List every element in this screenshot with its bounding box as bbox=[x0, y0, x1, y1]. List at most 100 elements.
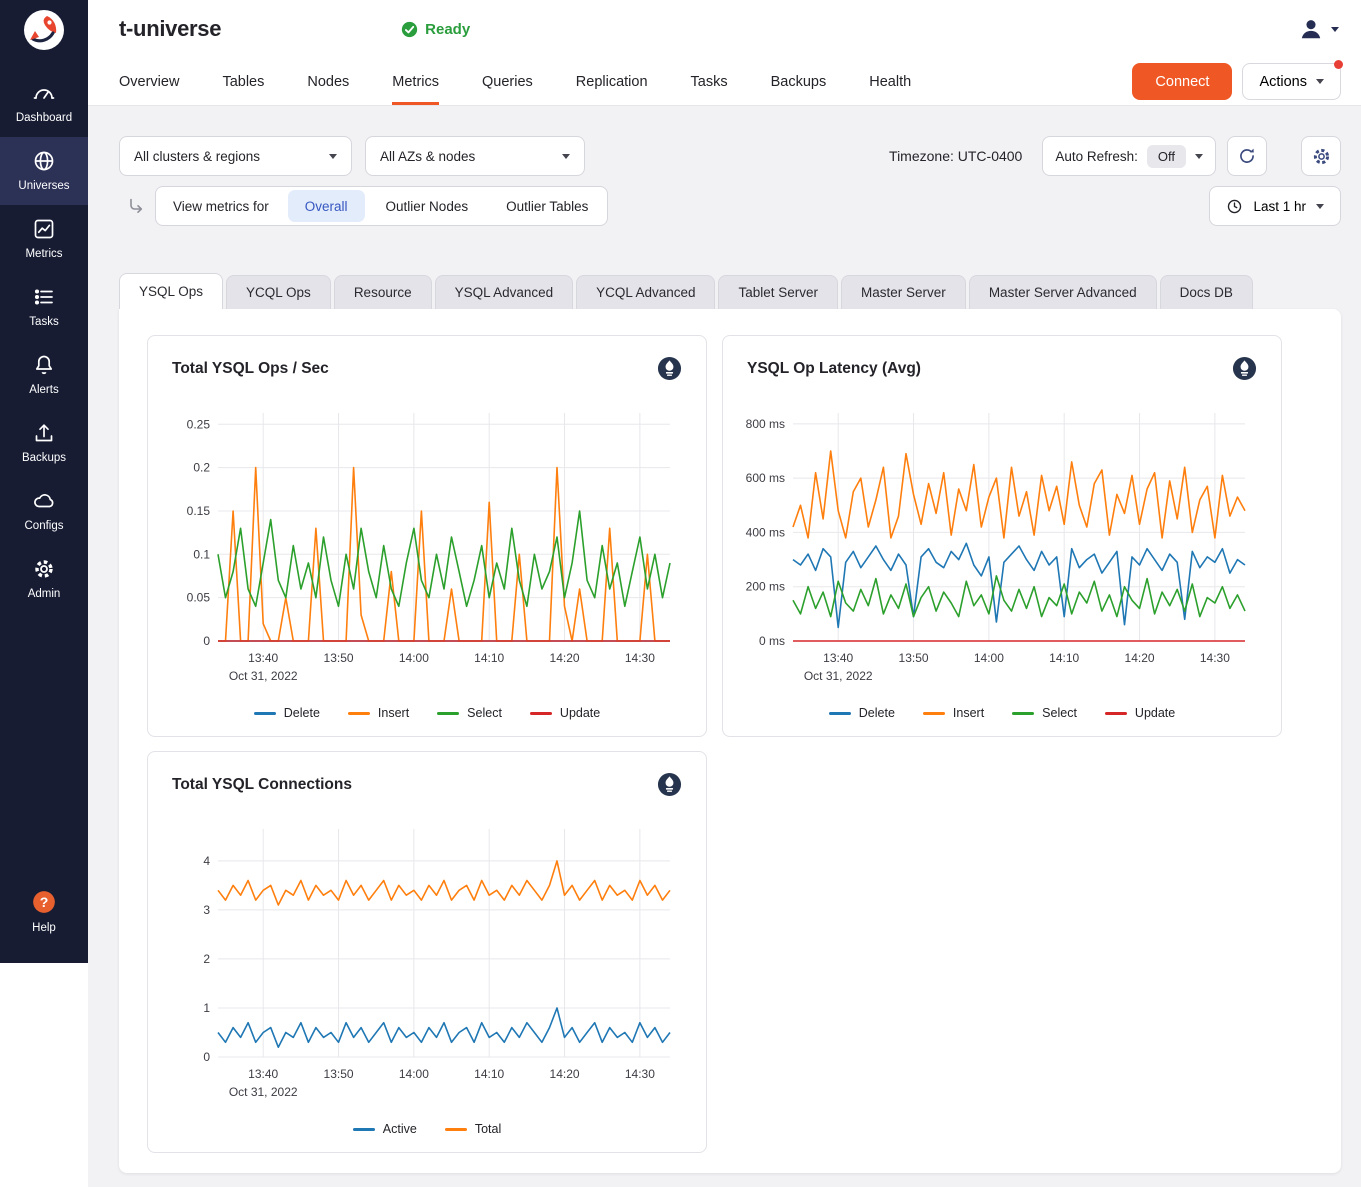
sidebar-item-tasks[interactable]: Tasks bbox=[0, 273, 88, 341]
filters-row: All clusters & regions All AZs & nodes T… bbox=[119, 136, 1341, 176]
sidebar-item-backups[interactable]: Backups bbox=[0, 409, 88, 477]
legend-label: Update bbox=[1135, 706, 1175, 720]
sidebar-item-metrics[interactable]: Metrics bbox=[0, 205, 88, 273]
cluster-region-select[interactable]: All clusters & regions bbox=[119, 136, 352, 176]
app-logo[interactable] bbox=[22, 8, 66, 57]
chevron-down-icon bbox=[1316, 79, 1324, 84]
metric-tab-tablet-server[interactable]: Tablet Server bbox=[718, 275, 838, 309]
legend-item-insert[interactable]: Insert bbox=[923, 706, 984, 720]
metric-tab-master-server[interactable]: Master Server bbox=[841, 275, 966, 309]
legend-item-delete[interactable]: Delete bbox=[829, 706, 895, 720]
chart-legend: Delete Insert Select Update bbox=[168, 706, 686, 724]
redirect-arrow-icon bbox=[127, 197, 145, 215]
settings-button[interactable] bbox=[1301, 136, 1341, 176]
legend-item-delete[interactable]: Delete bbox=[254, 706, 320, 720]
sidebar-item-label: Universes bbox=[0, 180, 88, 192]
legend-swatch bbox=[1105, 712, 1127, 715]
tab-queries[interactable]: Queries bbox=[482, 58, 533, 105]
view-metrics-option-outlier-tables[interactable]: Outlier Tables bbox=[489, 190, 605, 222]
chevron-down-icon bbox=[562, 154, 570, 159]
tab-tasks[interactable]: Tasks bbox=[691, 58, 728, 105]
backups-icon bbox=[0, 421, 88, 445]
svg-text:14:00: 14:00 bbox=[399, 651, 429, 665]
legend-label: Total bbox=[475, 1122, 501, 1136]
legend-item-insert[interactable]: Insert bbox=[348, 706, 409, 720]
az-node-select[interactable]: All AZs & nodes bbox=[365, 136, 585, 176]
prometheus-icon[interactable] bbox=[1232, 356, 1257, 381]
tasks-icon bbox=[0, 285, 88, 309]
svg-text:1: 1 bbox=[203, 1000, 210, 1014]
svg-text:14:10: 14:10 bbox=[474, 1067, 504, 1081]
user-avatar-icon bbox=[1298, 16, 1324, 42]
sidebar-item-label: Tasks bbox=[0, 316, 88, 328]
legend-swatch bbox=[348, 712, 370, 715]
auto-refresh-label: Auto Refresh: bbox=[1055, 149, 1138, 164]
svg-text:2: 2 bbox=[203, 951, 210, 965]
legend-label: Select bbox=[1042, 706, 1077, 720]
chart-card-total-ysql-ops: Total YSQL Ops / Sec 13:40Oct 31, 2 bbox=[147, 335, 707, 737]
sidebar-item-configs[interactable]: Configs bbox=[0, 477, 88, 545]
svg-text:13:50: 13:50 bbox=[899, 651, 929, 665]
series-insert bbox=[793, 451, 1245, 538]
metrics-icon bbox=[0, 217, 88, 241]
status-text: Ready bbox=[425, 21, 470, 38]
notification-dot bbox=[1334, 60, 1343, 69]
legend-item-update[interactable]: Update bbox=[530, 706, 600, 720]
actions-button[interactable]: Actions bbox=[1242, 63, 1341, 100]
legend-item-select[interactable]: Select bbox=[1012, 706, 1077, 720]
legend-item-total[interactable]: Total bbox=[445, 1122, 501, 1136]
time-range-button[interactable]: Last 1 hr bbox=[1209, 186, 1341, 226]
svg-text:Oct 31, 2022: Oct 31, 2022 bbox=[229, 1085, 298, 1099]
prometheus-icon[interactable] bbox=[657, 772, 682, 797]
metric-tab-resource[interactable]: Resource bbox=[334, 275, 432, 309]
metric-tab-ycql-advanced[interactable]: YCQL Advanced bbox=[576, 275, 715, 309]
legend-label: Insert bbox=[378, 706, 409, 720]
metric-tab-docs-db[interactable]: Docs DB bbox=[1160, 275, 1253, 309]
logo-icon bbox=[22, 8, 66, 52]
connect-button[interactable]: Connect bbox=[1132, 63, 1232, 100]
svg-text:14:20: 14:20 bbox=[1125, 651, 1155, 665]
sidebar-item-universes[interactable]: Universes bbox=[0, 137, 88, 205]
sidebar-item-label: Configs bbox=[0, 520, 88, 532]
chevron-down-icon bbox=[1331, 27, 1339, 32]
metric-tab-master-server-advanced[interactable]: Master Server Advanced bbox=[969, 275, 1157, 309]
line-chart-total-ysql-connections: 13:40Oct 31, 202213:5014:0014:1014:2014:… bbox=[168, 821, 686, 1105]
series-active bbox=[218, 1008, 670, 1047]
legend-item-select[interactable]: Select bbox=[437, 706, 502, 720]
chart-svg: 13:40Oct 31, 202213:5014:0014:1014:2014:… bbox=[168, 821, 684, 1105]
charts-grid: Total YSQL Ops / Sec 13:40Oct 31, 2 bbox=[147, 335, 1313, 1153]
sidebar-item-alerts[interactable]: Alerts bbox=[0, 341, 88, 409]
series-total bbox=[218, 860, 670, 904]
svg-text:200 ms: 200 ms bbox=[746, 579, 785, 593]
chart-title: Total YSQL Ops / Sec bbox=[172, 360, 329, 378]
svg-text:13:40: 13:40 bbox=[248, 1067, 278, 1081]
metric-tab-ycql-ops[interactable]: YCQL Ops bbox=[226, 275, 331, 309]
tab-backups[interactable]: Backups bbox=[771, 58, 827, 105]
tab-health[interactable]: Health bbox=[869, 58, 911, 105]
chart-svg: 13:40Oct 31, 202213:5014:0014:1014:2014:… bbox=[743, 405, 1259, 689]
view-metrics-option-overall[interactable]: Overall bbox=[288, 190, 365, 222]
tab-overview[interactable]: Overview bbox=[119, 58, 179, 105]
legend-label: Select bbox=[467, 706, 502, 720]
view-metrics-group: View metrics for Overall Outlier Nodes O… bbox=[155, 186, 608, 226]
tab-tables[interactable]: Tables bbox=[222, 58, 264, 105]
tab-metrics[interactable]: Metrics bbox=[392, 58, 439, 105]
refresh-button[interactable] bbox=[1227, 136, 1267, 176]
tab-replication[interactable]: Replication bbox=[576, 58, 648, 105]
sidebar-item-admin[interactable]: Admin bbox=[0, 545, 88, 613]
chart-title: YSQL Op Latency (Avg) bbox=[747, 360, 921, 378]
sidebar-item-help[interactable]: ? Help bbox=[0, 877, 88, 947]
legend-item-active[interactable]: Active bbox=[353, 1122, 417, 1136]
chart-header: Total YSQL Ops / Sec bbox=[168, 350, 686, 381]
auto-refresh-control[interactable]: Auto Refresh: Off bbox=[1042, 136, 1216, 176]
metric-tab-ysql-advanced[interactable]: YSQL Advanced bbox=[435, 275, 574, 309]
view-metrics-option-outlier-nodes[interactable]: Outlier Nodes bbox=[369, 190, 486, 222]
tab-nodes[interactable]: Nodes bbox=[307, 58, 349, 105]
metric-tabs-row: YSQL Ops YCQL Ops Resource YSQL Advanced… bbox=[119, 273, 1341, 309]
sidebar-item-dashboard[interactable]: Dashboard bbox=[0, 69, 88, 137]
dashboard-icon bbox=[0, 81, 88, 105]
legend-item-update[interactable]: Update bbox=[1105, 706, 1175, 720]
metric-tab-ysql-ops[interactable]: YSQL Ops bbox=[119, 273, 223, 309]
prometheus-icon[interactable] bbox=[657, 356, 682, 381]
user-menu[interactable] bbox=[1298, 16, 1339, 42]
